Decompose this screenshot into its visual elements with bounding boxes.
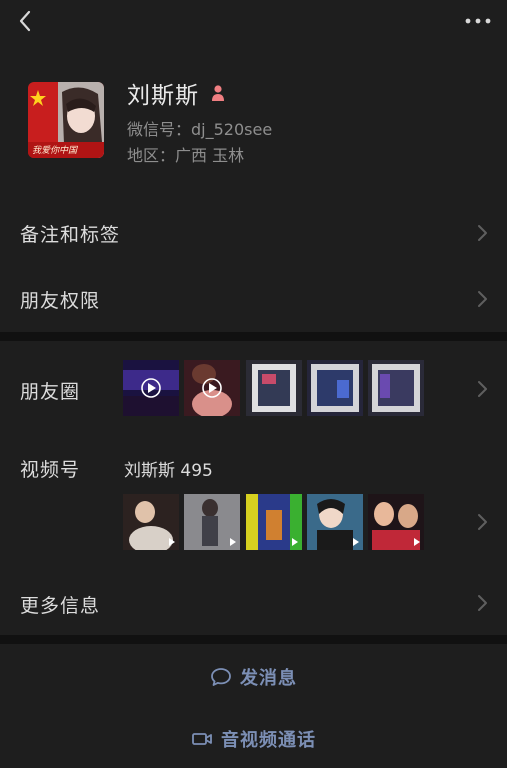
friend-permissions-row[interactable]: 朋友权限 <box>0 266 507 332</box>
chevron-right-icon <box>475 289 489 309</box>
chevron-right-icon <box>475 379 489 399</box>
more-dots-icon[interactable] <box>463 10 493 32</box>
remark-tags-label: 备注和标签 <box>20 224 121 246</box>
name-row: 刘斯斯 <box>127 78 227 109</box>
remark-tags-row[interactable]: 备注和标签 <box>0 200 507 266</box>
friend-permissions-label: 朋友权限 <box>20 290 101 312</box>
moments-thumbnail <box>184 360 240 416</box>
profile-header: 我爱你中国 刘斯斯 微信号：dj_520see 地区：广西 玉林 <box>0 50 507 200</box>
moments-thumbnail <box>246 360 302 416</box>
female-icon <box>209 84 227 102</box>
more-info-label: 更多信息 <box>20 595 101 617</box>
moments-thumbnail <box>123 360 179 416</box>
moments-label: 朋友圈 <box>20 381 81 403</box>
video-camera-icon <box>191 728 213 750</box>
region: 地区：广西 玉林 <box>127 146 245 165</box>
channel-video-thumbnail <box>246 494 302 550</box>
social-group: 朋友圈 视频号 刘斯斯 495 更多信息 <box>0 341 507 635</box>
send-message-label: 发消息 <box>240 668 297 689</box>
more-info-row[interactable]: 更多信息 <box>0 571 507 635</box>
contact-profile-screen: 我爱你中国 刘斯斯 微信号：dj_520see 地区：广西 玉林 备注和标签 朋… <box>0 0 507 768</box>
settings-group: 备注和标签 朋友权限 <box>0 200 507 332</box>
avatar[interactable]: 我爱你中国 <box>28 82 104 158</box>
back-icon[interactable] <box>12 8 40 36</box>
top-bar <box>0 0 507 50</box>
av-call-button[interactable]: 音视频通话 <box>0 710 507 768</box>
chevron-right-icon <box>475 512 489 532</box>
channel-video-thumbnail <box>307 494 363 550</box>
svg-text:我爱你中国: 我爱你中国 <box>32 145 79 156</box>
contact-name: 刘斯斯 <box>127 83 199 109</box>
chevron-right-icon <box>475 593 489 613</box>
chevron-right-icon <box>475 223 489 243</box>
channel-video-thumbnail <box>184 494 240 550</box>
wechat-id: 微信号：dj_520see <box>127 120 273 139</box>
channels-row[interactable]: 视频号 刘斯斯 495 <box>0 437 507 571</box>
moments-thumbnail <box>307 360 363 416</box>
av-call-label: 音视频通话 <box>221 730 316 751</box>
chat-bubble-icon <box>210 666 232 688</box>
send-message-button[interactable]: 发消息 <box>0 644 507 710</box>
channel-video-thumbnail <box>123 494 179 550</box>
moments-row[interactable]: 朋友圈 <box>0 341 507 437</box>
channel-video-thumbnail <box>368 494 424 550</box>
channels-label: 视频号 <box>20 459 81 481</box>
channel-name: 刘斯斯 495 <box>124 461 213 481</box>
moments-thumbnail <box>368 360 424 416</box>
